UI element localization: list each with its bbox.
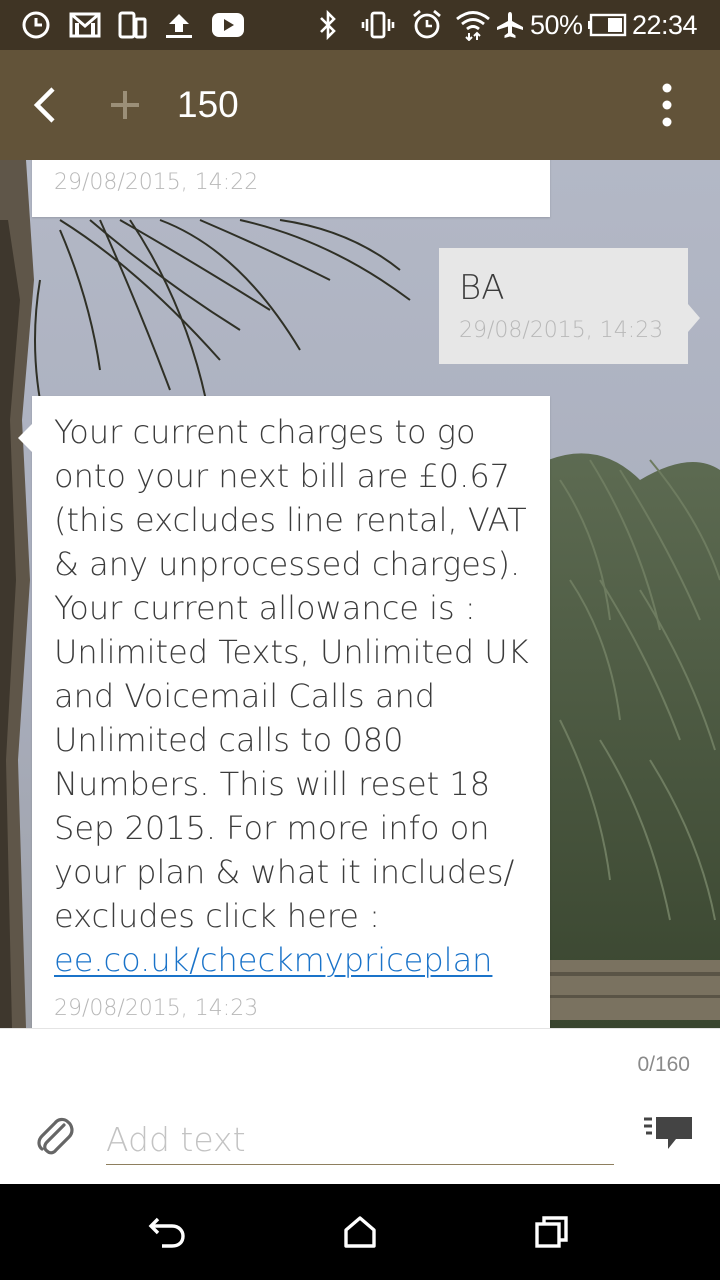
tablet-icon	[116, 8, 148, 42]
back-button[interactable]	[20, 78, 74, 132]
youtube-icon	[210, 8, 246, 42]
status-bar: 50% 22:34	[0, 0, 720, 50]
nav-back-button[interactable]	[138, 1204, 198, 1260]
back-nav-icon	[148, 1217, 185, 1248]
price-plan-link[interactable]: ee.co.uk/checkmypriceplan	[54, 941, 492, 979]
action-bar: 150	[0, 50, 720, 160]
home-button[interactable]	[330, 1204, 390, 1260]
compose-bar: 0/160	[0, 1028, 720, 1184]
message-line: Your current allowance is :	[54, 589, 476, 627]
bubble-tail	[18, 424, 32, 452]
send-icon	[644, 1117, 692, 1149]
recents-icon	[535, 1216, 568, 1248]
messaging-screen: 50% 22:34 150 29/08/2015, 14:22 BA 29/08…	[0, 0, 720, 1280]
overflow-menu-button[interactable]	[640, 78, 694, 132]
attach-button[interactable]	[30, 1109, 78, 1161]
message-line: Sep 2015. For more info on	[54, 809, 490, 847]
message-line: Unlimited Texts, Unlimited UK	[54, 633, 529, 671]
character-counter: 0/160	[637, 1053, 690, 1076]
recents-button[interactable]	[522, 1204, 582, 1260]
battery-icon	[588, 8, 628, 42]
conversation-title: 150	[177, 84, 239, 125]
message-bubble-incoming[interactable]: Your current charges to go onto your nex…	[18, 396, 550, 1028]
navigation-bar	[0, 1184, 720, 1280]
clock-time: 22:34	[632, 10, 698, 40]
message-line: excludes click here :	[54, 897, 380, 935]
bubble-tail	[688, 304, 700, 332]
message-timestamp: 29/08/2015, 14:23	[54, 996, 259, 1021]
message-bubble-incoming[interactable]: 29/08/2015, 14:22	[32, 160, 550, 217]
message-line: Numbers. This will reset 18	[54, 765, 491, 803]
message-line: your plan & what it includes/	[54, 853, 515, 891]
send-button[interactable]	[640, 1109, 696, 1161]
message-body: BA	[459, 268, 505, 308]
airplane-icon	[494, 8, 526, 42]
message-line: & any unprocessed charges).	[54, 545, 521, 583]
message-line: Unlimited calls to 080	[54, 721, 404, 759]
message-timestamp: 29/08/2015, 14:23	[459, 318, 664, 343]
message-text-input[interactable]	[106, 1115, 614, 1165]
message-line: and Voicemail Calls and	[54, 677, 436, 715]
battery-percent: 50%	[530, 10, 583, 40]
message-line: onto your next bill are £0.67	[54, 457, 511, 495]
back-icon	[33, 87, 55, 123]
message-line: (this excludes line rental, VAT	[54, 501, 527, 539]
wifi-icon	[454, 8, 492, 42]
message-bubble-outgoing[interactable]: BA 29/08/2015, 14:23	[439, 248, 700, 364]
bluetooth-icon	[314, 8, 342, 42]
home-icon	[344, 1216, 376, 1248]
add-recipient-button[interactable]	[98, 78, 152, 132]
message-thread[interactable]: 29/08/2015, 14:22 BA 29/08/2015, 14:23 Y…	[0, 160, 720, 1028]
clock-icon	[20, 8, 52, 42]
add-contact-icon	[111, 91, 139, 119]
message-line: Your current charges to go	[54, 413, 476, 451]
upload-icon	[162, 8, 196, 42]
gmail-icon	[68, 8, 102, 42]
message-body: Your current charges to go onto your nex…	[54, 410, 550, 982]
vibrate-icon	[360, 8, 396, 42]
alarm-icon	[410, 8, 444, 42]
overflow-menu-icon	[662, 83, 672, 127]
attach-icon	[37, 1117, 74, 1155]
message-timestamp: 29/08/2015, 14:22	[54, 170, 259, 195]
